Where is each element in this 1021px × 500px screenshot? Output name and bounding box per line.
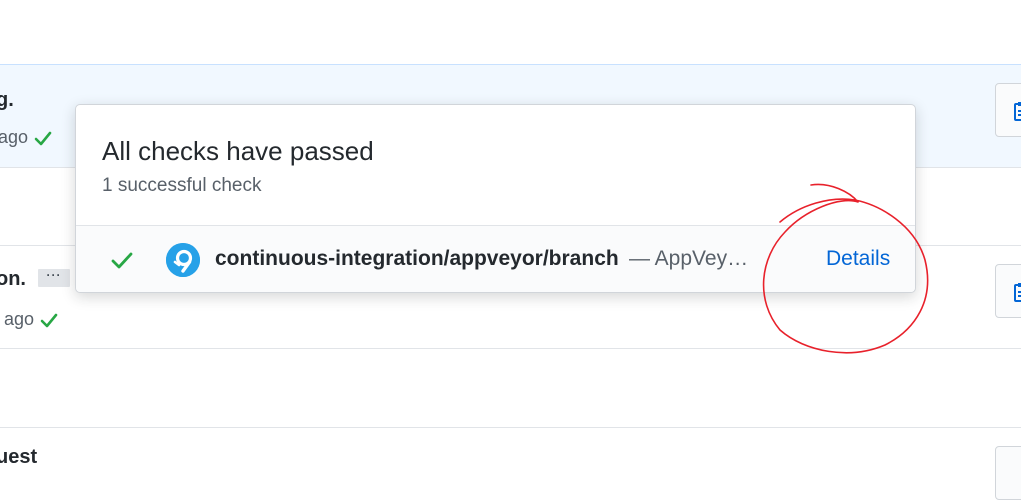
commit-row: uest: [0, 427, 1021, 500]
check-item: continuous-integration/appveyor/branch —…: [76, 226, 915, 292]
clipboard-icon: [1014, 102, 1021, 121]
commit-meta: ago: [4, 309, 58, 330]
commit-title[interactable]: uest: [0, 446, 37, 469]
copy-sha-button[interactable]: [995, 83, 1021, 137]
check-icon[interactable]: [34, 129, 52, 147]
copy-sha-button[interactable]: [995, 264, 1021, 318]
copy-sha-button[interactable]: [995, 446, 1021, 500]
popover-subtitle: 1 successful check: [102, 175, 262, 196]
commit-time: ago: [4, 309, 35, 329]
details-link[interactable]: Details: [826, 247, 890, 271]
commit-title[interactable]: g.: [0, 89, 14, 112]
commit-meta: ago: [0, 127, 52, 148]
popover-header: All checks have passed 1 successful chec…: [76, 105, 915, 226]
clipboard-icon: [1014, 283, 1021, 302]
expand-message-button[interactable]: ···: [38, 269, 70, 287]
check-description: — AppVey…: [629, 247, 749, 270]
appveyor-icon: [166, 243, 200, 277]
commit-title[interactable]: on.: [0, 268, 26, 291]
check-icon[interactable]: [40, 311, 58, 329]
check-context: continuous-integration/appveyor/branch: [215, 247, 619, 270]
commit-time: ago: [0, 127, 29, 147]
check-icon: [111, 250, 133, 275]
popover-title: All checks have passed: [102, 136, 374, 166]
status-checks-popover: All checks have passed 1 successful chec…: [75, 104, 916, 293]
